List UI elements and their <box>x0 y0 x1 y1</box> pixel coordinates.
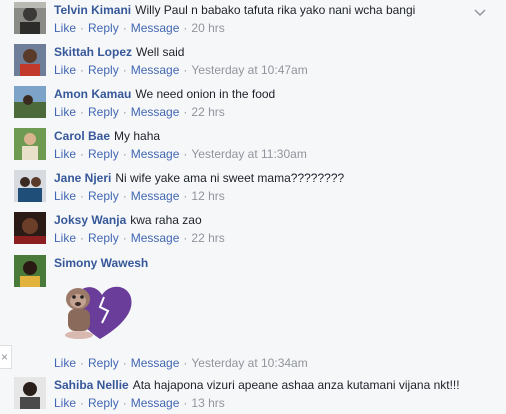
avatar[interactable] <box>14 212 46 244</box>
separator: · <box>122 147 127 161</box>
message-link[interactable]: Message <box>131 231 180 245</box>
separator: · <box>80 231 85 245</box>
separator: · <box>122 105 127 119</box>
comment-author[interactable]: Carol Bae <box>54 129 110 143</box>
like-link[interactable]: Like <box>54 21 76 35</box>
separator: · <box>80 147 85 161</box>
comment-timestamp[interactable]: 12 hrs <box>191 189 224 203</box>
comment-actions: Like · Reply · Message · Yesterday at 10:47am <box>54 62 476 78</box>
separator: · <box>183 105 188 119</box>
avatar[interactable] <box>14 170 46 202</box>
avatar[interactable] <box>14 2 46 34</box>
like-link[interactable]: Like <box>54 396 76 410</box>
separator: · <box>80 356 85 370</box>
separator: · <box>122 396 127 410</box>
message-link[interactable]: Message <box>131 356 180 370</box>
comment-text: kwa raha zao <box>130 213 202 227</box>
comment-actions: Like · Reply · Message · 13 hrs <box>54 395 476 411</box>
comment-text: We need onion in the food <box>135 87 276 101</box>
like-link[interactable]: Like <box>54 189 76 203</box>
separator: · <box>122 21 127 35</box>
separator: · <box>80 189 85 203</box>
avatar[interactable] <box>14 86 46 118</box>
separator: · <box>183 63 188 77</box>
avatar[interactable] <box>14 128 46 160</box>
comment-actions: Like · Reply · Message · 22 hrs <box>54 230 476 246</box>
like-link[interactable]: Like <box>54 105 76 119</box>
close-icon[interactable]: × <box>0 345 12 369</box>
message-link[interactable]: Message <box>131 21 180 35</box>
comment-author[interactable]: Telvin Kimani <box>54 3 131 17</box>
separator: · <box>183 147 188 161</box>
reply-link[interactable]: Reply <box>88 105 119 119</box>
separator: · <box>122 231 127 245</box>
like-link[interactable]: Like <box>54 63 76 77</box>
reply-link[interactable]: Reply <box>88 356 119 370</box>
message-link[interactable]: Message <box>131 189 180 203</box>
comment-timestamp[interactable]: 20 hrs <box>191 21 224 35</box>
comment-actions: Like · Reply · Message · Yesterday at 11:30am <box>54 146 476 162</box>
message-link[interactable]: Message <box>131 105 180 119</box>
comment-timestamp[interactable]: Yesterday at 10:47am <box>191 63 307 77</box>
separator: · <box>80 396 85 410</box>
comment-timestamp[interactable]: Yesterday at 11:30am <box>191 147 306 161</box>
comment-text: Ni wife yake ama ni sweet mama???????? <box>115 171 345 185</box>
like-link[interactable]: Like <box>54 147 76 161</box>
message-link[interactable]: Message <box>131 147 180 161</box>
comment-text: My haha <box>114 129 161 143</box>
separator: · <box>183 231 188 245</box>
comment-timestamp[interactable]: Yesterday at 10:34am <box>191 356 307 370</box>
comment-author[interactable]: Amon Kamau <box>54 87 131 101</box>
avatar[interactable] <box>14 255 46 287</box>
comment-timestamp[interactable]: 13 hrs <box>191 396 224 410</box>
separator: · <box>80 63 85 77</box>
separator: · <box>80 21 85 35</box>
comment-actions: Like · Reply · Message · 22 hrs <box>54 104 476 120</box>
comment-timestamp[interactable]: 22 hrs <box>191 105 224 119</box>
reply-link[interactable]: Reply <box>88 21 119 35</box>
separator: · <box>122 189 127 203</box>
separator: · <box>183 356 188 370</box>
chevron-down-icon[interactable] <box>474 8 486 18</box>
separator: · <box>122 356 127 370</box>
comment-timestamp[interactable]: 22 hrs <box>191 231 224 245</box>
comment-author[interactable]: Joksy Wanja <box>54 213 126 227</box>
reply-link[interactable]: Reply <box>88 231 119 245</box>
comment-text: Ata hajapona vizuri apeane ashaa anza ku… <box>132 378 460 392</box>
comment-actions: Like · Reply · Message · 12 hrs <box>54 188 476 204</box>
comment-author[interactable]: Skittah Lopez <box>54 45 132 59</box>
like-link[interactable]: Like <box>54 356 76 370</box>
like-link[interactable]: Like <box>54 231 76 245</box>
separator: · <box>183 21 188 35</box>
comment-text: Well said <box>136 45 185 59</box>
separator: · <box>80 105 85 119</box>
comment-actions: Like · Reply · Message · Yesterday at 10:34am <box>54 355 476 371</box>
reply-link[interactable]: Reply <box>88 63 119 77</box>
reply-link[interactable]: Reply <box>88 189 119 203</box>
avatar[interactable] <box>14 44 46 76</box>
comment-author[interactable]: Sahiba Nellie <box>54 378 129 392</box>
broken-heart-sticker <box>65 286 132 339</box>
reply-link[interactable]: Reply <box>88 147 119 161</box>
comment-thread: Telvin Kimani Willy Paul n babako tafuta … <box>0 0 506 414</box>
avatar[interactable] <box>14 377 46 409</box>
message-link[interactable]: Message <box>131 396 180 410</box>
separator: · <box>183 396 188 410</box>
separator: · <box>183 189 188 203</box>
comment-actions: Like · Reply · Message · 20 hrs <box>54 20 476 36</box>
close-glyph: × <box>1 350 9 364</box>
separator: · <box>122 63 127 77</box>
comment-author[interactable]: Jane Njeri <box>54 171 111 185</box>
comment-author[interactable]: Simony Wawesh <box>54 256 148 270</box>
comment-text: Willy Paul n babako tafuta rika yako nan… <box>135 3 416 17</box>
reply-link[interactable]: Reply <box>88 396 119 410</box>
message-link[interactable]: Message <box>131 63 180 77</box>
